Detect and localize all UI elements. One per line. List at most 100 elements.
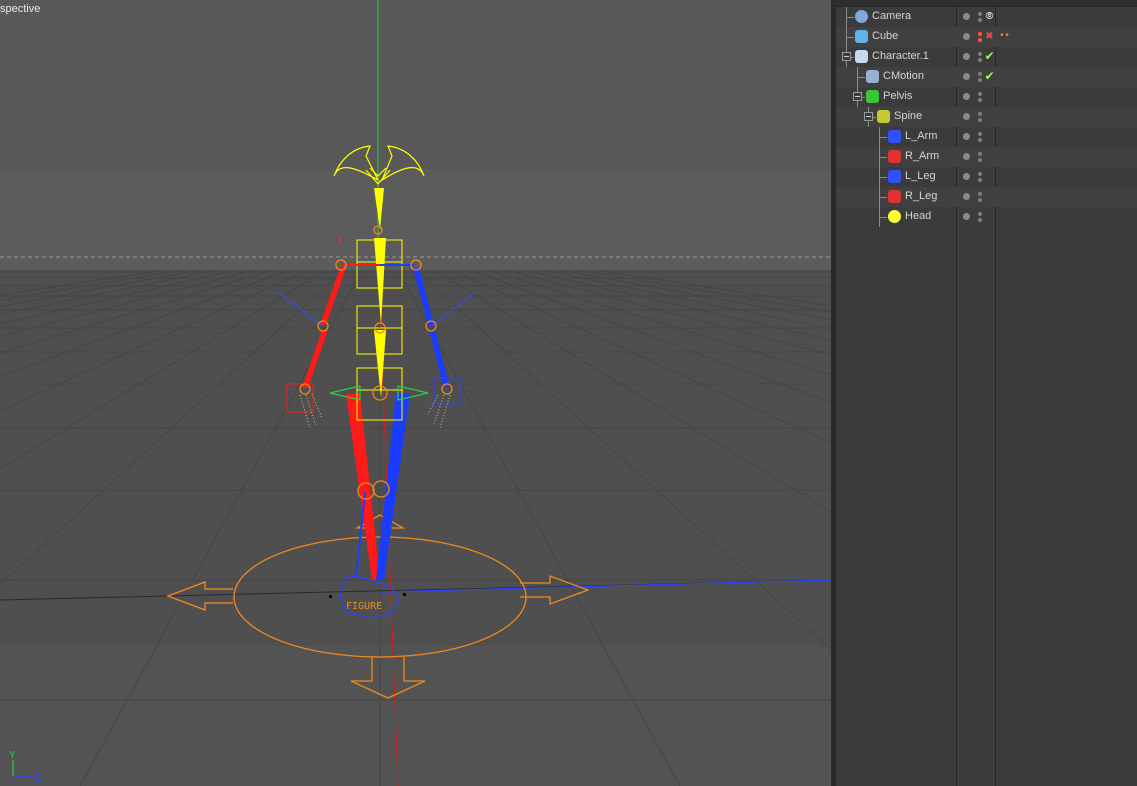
object-name[interactable]: Pelvis [883,90,912,102]
camera-icon[interactable] [855,10,868,23]
foot-marker-right [403,593,406,596]
object-name[interactable]: R_Arm [905,150,939,162]
spine-icon[interactable] [877,110,890,123]
editor-visibility-dot[interactable] [978,52,982,56]
tree-connector [879,197,887,198]
object-row-r-arm[interactable]: R_Arm [836,147,1137,167]
cube-icon[interactable] [855,30,868,43]
object-name[interactable]: Camera [872,10,911,22]
render-visibility-dot[interactable] [978,78,982,82]
object-name[interactable]: Character.1 [872,50,929,62]
editor-visibility-dot[interactable] [978,172,982,176]
object-row-camera[interactable]: Camera ⦾ [836,7,1137,27]
visibility-dot[interactable] [963,53,970,60]
object-name[interactable]: Head [905,210,931,222]
enabled-check-icon[interactable]: ✔ [983,70,996,83]
visibility-dot[interactable] [963,173,970,180]
editor-visibility-dot[interactable] [978,192,982,196]
tree-connector [846,37,854,38]
render-visibility-dot[interactable] [978,118,982,122]
tree-expand-toggle[interactable] [842,52,851,61]
tree-connector-vertical [879,187,880,207]
object-row-character-1[interactable]: Character.1 ✔ [836,47,1137,67]
enabled-check-icon[interactable]: ✔ [983,50,996,63]
render-visibility-dot[interactable] [978,18,982,22]
tree-connector-vertical [879,167,880,187]
object-manager-header [836,0,1137,7]
object-name[interactable]: Spine [894,110,922,122]
object-row-head[interactable]: Head [836,207,1137,227]
right-leg-icon[interactable] [888,190,901,203]
editor-visibility-dot[interactable] [978,212,982,216]
left-shoulder-marker: I [414,236,417,246]
foot-marker-left [329,595,332,598]
object-row-cmotion[interactable]: CMotion ✔ [836,67,1137,87]
object-name[interactable]: CMotion [883,70,924,82]
disabled-x-icon[interactable]: ✖ [983,30,996,43]
visibility-dot[interactable] [963,33,970,40]
object-name[interactable]: Cube [872,30,898,42]
editor-visibility-dot[interactable] [978,152,982,156]
visibility-dot[interactable] [963,113,970,120]
visibility-dot[interactable] [963,153,970,160]
object-row-cube[interactable]: Cube ✖ •• [836,27,1137,47]
tree-connector-vertical [879,127,880,147]
editor-visibility-dot[interactable] [978,112,982,116]
tree-connector-vertical [846,7,847,27]
render-visibility-dot[interactable] [978,178,982,182]
tree-connector [857,77,865,78]
head-icon[interactable] [888,210,901,223]
visibility-dot[interactable] [963,133,970,140]
editor-visibility-dot[interactable] [978,12,982,16]
tree-connector-vertical [857,67,858,87]
object-name[interactable]: L_Leg [905,170,936,182]
viewport-camera-label[interactable]: spective [0,2,45,16]
left-arm-icon[interactable] [888,130,901,143]
object-row-pelvis[interactable]: Pelvis [836,87,1137,107]
cmotion-icon[interactable] [866,70,879,83]
left-leg-icon[interactable] [888,170,901,183]
tree-connector [846,17,854,18]
tree-connector [879,157,887,158]
viewport-scene[interactable]: FIGURE I I Y Z [0,0,831,786]
foot-label: FIGURE [346,601,382,612]
render-visibility-dot[interactable] [978,98,982,102]
material-tag-icon[interactable]: •• [998,30,1011,43]
camera-tag-icon[interactable]: ⦾ [983,10,996,23]
editor-visibility-dot[interactable] [978,72,982,76]
sky-band-lower [0,170,831,270]
editor-visibility-dot[interactable] [978,132,982,136]
gizmo-y-label: Y [9,750,16,761]
object-name[interactable]: R_Leg [905,190,937,202]
right-shoulder-marker: I [339,236,342,246]
3d-viewport[interactable]: spective FIGURE I I Y Z [0,0,831,786]
character-icon[interactable] [855,50,868,63]
visibility-dot[interactable] [963,13,970,20]
object-name[interactable]: L_Arm [905,130,937,142]
tree-expand-toggle[interactable] [853,92,862,101]
object-manager[interactable]: Camera ⦾ Cube ✖ •• Character.1 ✔ CMotion ✔ Pelvis… [836,0,1137,786]
object-row-l-leg[interactable]: L_Leg [836,167,1137,187]
render-visibility-dot[interactable] [978,218,982,222]
visibility-dot[interactable] [963,73,970,80]
right-arm-icon[interactable] [888,150,901,163]
tree-connector-vertical [879,147,880,167]
object-row-spine[interactable]: Spine [836,107,1137,127]
tree-expand-toggle[interactable] [864,112,873,121]
pelvis-icon[interactable] [866,90,879,103]
render-visibility-dot[interactable] [978,38,982,42]
editor-visibility-dot[interactable] [978,92,982,96]
editor-visibility-dot[interactable] [978,32,982,36]
render-visibility-dot[interactable] [978,198,982,202]
tree-connector-vertical [846,27,847,47]
render-visibility-dot[interactable] [978,138,982,142]
visibility-dot[interactable] [963,213,970,220]
tree-connector [879,177,887,178]
object-row-l-arm[interactable]: L_Arm [836,127,1137,147]
render-visibility-dot[interactable] [978,158,982,162]
render-visibility-dot[interactable] [978,58,982,62]
visibility-dot[interactable] [963,93,970,100]
object-row-r-leg[interactable]: R_Leg [836,187,1137,207]
visibility-dot[interactable] [963,193,970,200]
tree-connector [879,217,887,218]
